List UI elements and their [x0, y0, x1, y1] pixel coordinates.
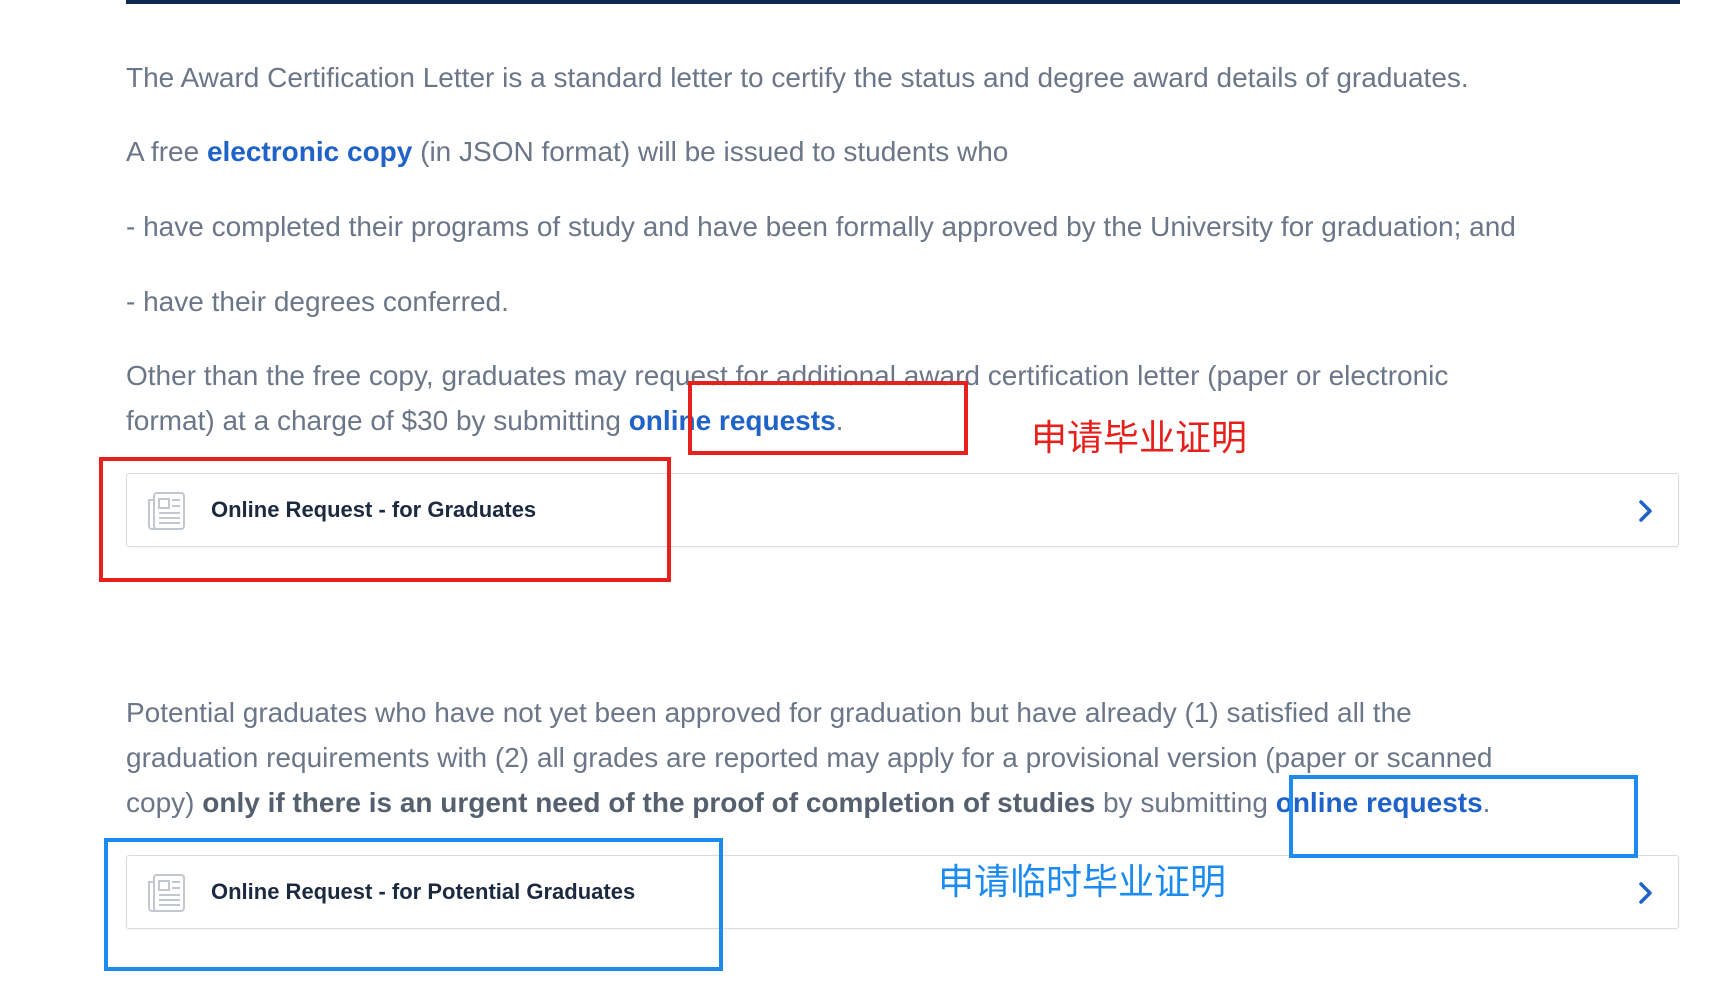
potential-line3-before: copy) — [126, 787, 203, 818]
additional-copy-line2: format) at a charge of $30 by submitting — [126, 405, 629, 436]
blue-highlight-online-requests-link — [1289, 775, 1638, 858]
chevron-right-icon — [1639, 882, 1652, 904]
red-highlight-online-requests-link — [688, 381, 968, 455]
potential-line2: graduation requirements with (2) all gra… — [126, 742, 1493, 773]
urgent-need-emphasis: only if there is an urgent need of the p… — [202, 787, 1096, 818]
condition-conferred: - have their degrees conferred. — [126, 286, 509, 317]
potential-graduates-paragraph: Potential graduates who have not yet bee… — [126, 690, 1493, 825]
electronic-copy-link[interactable]: electronic copy — [207, 136, 412, 167]
top-divider — [126, 0, 1680, 4]
free-copy-text-after: (in JSON format) will be issued to stude… — [412, 136, 1009, 167]
red-annotation-label: 申请毕业证明 — [1031, 417, 1248, 458]
intro-paragraph: The Award Certification Letter is a stan… — [126, 62, 1469, 93]
condition-completed: - have completed their programs of study… — [126, 211, 1516, 242]
red-highlight-graduates-card — [99, 457, 671, 582]
chevron-right-icon — [1639, 500, 1652, 522]
free-copy-paragraph: A free electronic copy (in JSON format) … — [126, 129, 1008, 174]
potential-line1: Potential graduates who have not yet bee… — [126, 697, 1412, 728]
blue-annotation-label: 申请临时毕业证明 — [938, 861, 1227, 902]
blue-highlight-potential-card — [104, 838, 723, 971]
potential-line3-mid: by submitting — [1095, 787, 1276, 818]
free-copy-text-before: A free — [126, 136, 207, 167]
